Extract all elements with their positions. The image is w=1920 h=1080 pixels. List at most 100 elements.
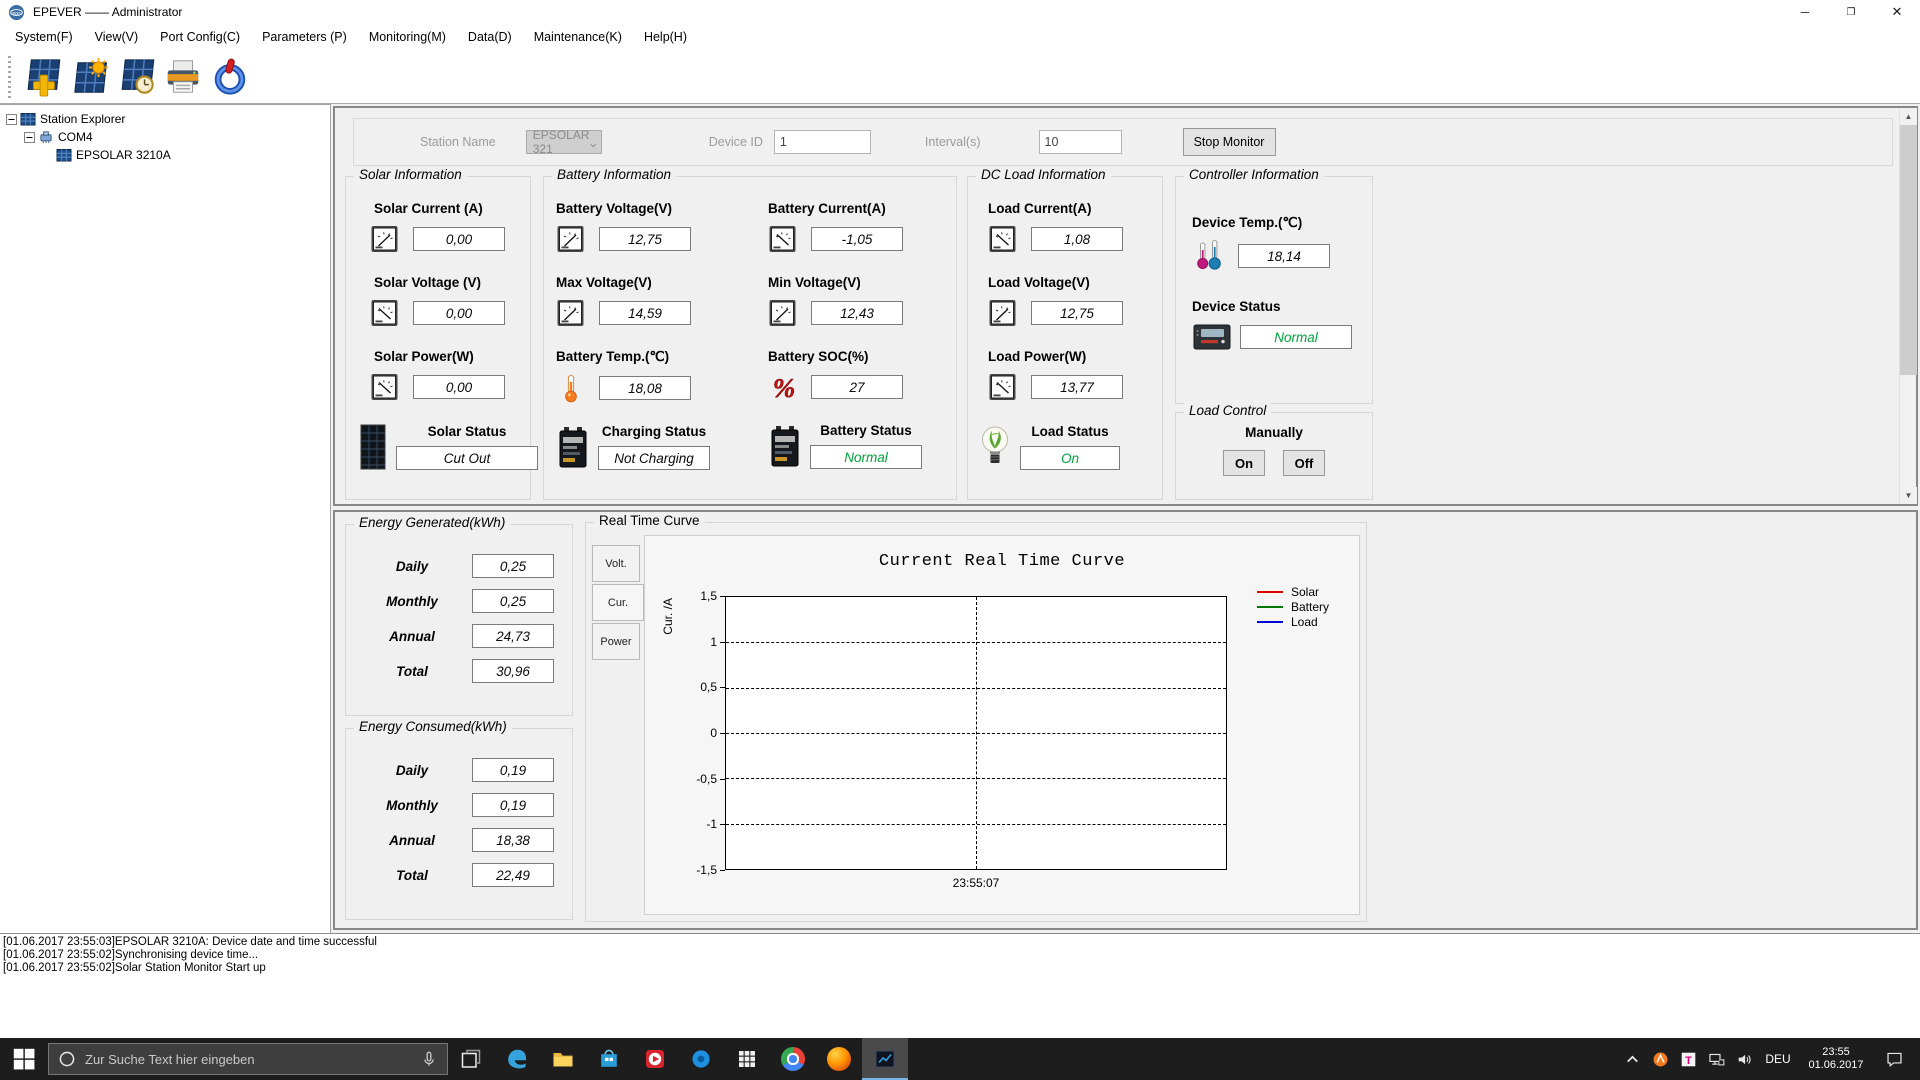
y-axis-label: Cur. /A bbox=[661, 598, 675, 635]
device-temp-label: Device Temp.(℃) bbox=[1192, 215, 1303, 230]
menu-item-maintenance[interactable]: Maintenance(K) bbox=[523, 26, 633, 48]
close-button[interactable]: ✕ bbox=[1874, 0, 1920, 24]
telekom-tray-button[interactable]: T bbox=[1674, 1038, 1702, 1080]
station-sun-icon[interactable] bbox=[68, 55, 110, 99]
station-clock-icon[interactable] bbox=[115, 55, 157, 99]
battery-icon bbox=[556, 425, 590, 469]
volume-tray-button[interactable] bbox=[1730, 1038, 1758, 1080]
legend-line-solar bbox=[1257, 590, 1283, 593]
start-button[interactable] bbox=[0, 1038, 48, 1080]
tab-cur[interactable]: Cur. bbox=[592, 584, 644, 621]
cortana-app-button[interactable] bbox=[678, 1038, 724, 1080]
app-grid-button[interactable] bbox=[724, 1038, 770, 1080]
menu-item-system[interactable]: System(F) bbox=[4, 26, 84, 48]
battery-temp-label: Battery Temp.(℃) bbox=[556, 349, 670, 364]
clock-date: 01.06.2017 bbox=[1808, 1059, 1864, 1071]
menu-item-data[interactable]: Data(D) bbox=[457, 26, 523, 48]
power-icon[interactable] bbox=[209, 55, 251, 99]
tab-volt[interactable]: Volt. bbox=[592, 545, 640, 582]
group-title: Load Control bbox=[1184, 403, 1272, 418]
file-explorer-button[interactable] bbox=[540, 1038, 586, 1080]
add-station-icon[interactable] bbox=[21, 55, 63, 99]
y-tick-label: 1,5 bbox=[700, 589, 717, 603]
avast-tray-button[interactable] bbox=[1646, 1038, 1674, 1080]
load-power-label: Load Power(W) bbox=[988, 349, 1087, 364]
station-explorer-tree: Station Explorer COM4 EPSOLAR 3210A bbox=[0, 104, 331, 933]
language-indicator[interactable]: DEU bbox=[1758, 1052, 1798, 1066]
menu-item-parameters[interactable]: Parameters (P) bbox=[251, 26, 358, 48]
taskbar-search[interactable]: Zur Suche Text hier eingeben bbox=[48, 1043, 448, 1075]
device-status-value: Normal bbox=[1240, 325, 1352, 349]
log-line: [01.06.2017 23:55:02]Solar Station Monit… bbox=[3, 962, 266, 974]
battery-current-label: Battery Current(A) bbox=[768, 201, 886, 216]
collapse-icon[interactable] bbox=[6, 113, 17, 125]
menu-item-monitoring[interactable]: Monitoring(M) bbox=[358, 26, 457, 48]
battery-icon bbox=[768, 424, 802, 468]
log-line: [01.06.2017 23:55:03]EPSOLAR 3210A: Devi… bbox=[3, 936, 377, 948]
scrollbar-thumb[interactable] bbox=[1900, 125, 1917, 375]
menu-item-help[interactable]: Help(H) bbox=[633, 26, 698, 48]
epever-app-button[interactable] bbox=[862, 1038, 908, 1080]
action-center-button[interactable] bbox=[1874, 1038, 1914, 1080]
scroll-down-arrow[interactable]: ▼ bbox=[1900, 487, 1917, 504]
energy-generated-group: Energy Generated(kWh) Daily 0,25 Monthly 0… bbox=[345, 515, 573, 716]
group-title: Controller Information bbox=[1184, 167, 1324, 182]
media-player-button[interactable] bbox=[632, 1038, 678, 1080]
menu-item-port-config[interactable]: Port Config(C) bbox=[149, 26, 251, 48]
device-status-label: Device Status bbox=[1192, 299, 1281, 314]
controller-information-group: Controller Information Device Temp.(℃) 1… bbox=[1175, 167, 1373, 404]
task-view-icon bbox=[459, 1047, 483, 1071]
station-name-select[interactable]: EPSOLAR 321 bbox=[525, 128, 602, 156]
minimize-button[interactable]: ─ bbox=[1782, 0, 1828, 24]
station-bar: Station Name EPSOLAR 321 Device ID 1 Int… bbox=[353, 118, 1893, 166]
tab-power[interactable]: Power bbox=[592, 623, 640, 660]
energy-row-value: 0,19 bbox=[472, 758, 554, 782]
maximize-button[interactable]: ❐ bbox=[1828, 0, 1874, 24]
interval-input[interactable]: 10 bbox=[1038, 130, 1122, 154]
battery-voltage-value: 12,75 bbox=[599, 227, 691, 251]
firefox-icon bbox=[827, 1047, 851, 1071]
gauge-icon bbox=[370, 372, 400, 402]
network-icon bbox=[1708, 1051, 1725, 1068]
folder-icon bbox=[551, 1047, 575, 1071]
load-off-button[interactable]: Off bbox=[1283, 450, 1325, 476]
device-id-input[interactable]: 1 bbox=[773, 130, 871, 154]
solar-current-label: Solar Current (A) bbox=[374, 201, 483, 216]
load-on-button[interactable]: On bbox=[1223, 450, 1265, 476]
store-button[interactable] bbox=[586, 1038, 632, 1080]
chrome-button[interactable] bbox=[770, 1038, 816, 1080]
battery-soc-value: 27 bbox=[811, 375, 903, 399]
firefox-button[interactable] bbox=[816, 1038, 862, 1080]
network-tray-button[interactable] bbox=[1702, 1038, 1730, 1080]
edge-button[interactable] bbox=[494, 1038, 540, 1080]
scroll-up-arrow[interactable]: ▲ bbox=[1900, 108, 1917, 125]
device-monitor-panel: Station Name EPSOLAR 321 Device ID 1 Int… bbox=[333, 106, 1918, 506]
battery-voltage-label: Battery Voltage(V) bbox=[556, 201, 673, 216]
interval-label: Interval(s) bbox=[924, 135, 981, 149]
speaker-icon bbox=[1736, 1051, 1753, 1068]
min-voltage-value: 12,43 bbox=[811, 301, 903, 325]
load-control-group: Load Control Manually On Off bbox=[1175, 403, 1373, 500]
task-view-button[interactable] bbox=[448, 1038, 494, 1080]
vertical-scrollbar[interactable]: ▲ ▼ bbox=[1899, 108, 1917, 504]
tree-item-station-explorer[interactable]: Station Explorer bbox=[0, 110, 330, 128]
svg-text:eps: eps bbox=[12, 10, 21, 16]
printer-icon[interactable] bbox=[162, 55, 204, 99]
energy-row-value: 22,49 bbox=[472, 863, 554, 887]
taskbar-clock[interactable]: 23:55 01.06.2017 bbox=[1798, 1046, 1874, 1072]
battery-status-value: Normal bbox=[810, 445, 922, 469]
tree-item-epsolar-3210a[interactable]: EPSOLAR 3210A bbox=[0, 146, 330, 164]
menu-item-view[interactable]: View(V) bbox=[84, 26, 150, 48]
collapse-icon[interactable] bbox=[24, 131, 35, 143]
tray-chevron-button[interactable] bbox=[1618, 1038, 1646, 1080]
microphone-icon[interactable] bbox=[420, 1050, 438, 1068]
chevron-up-icon bbox=[1624, 1051, 1641, 1068]
chart-area: Current Real Time Curve Cur. /A 1,5 1 0,… bbox=[644, 535, 1360, 915]
tree-item-com4[interactable]: COM4 bbox=[0, 128, 330, 146]
solar-power-label: Solar Power(W) bbox=[374, 349, 474, 364]
light-bulb-icon bbox=[978, 423, 1012, 471]
station-explorer-icon bbox=[20, 112, 36, 127]
dc-load-information-group: DC Load Information Load Current(A) 1,08… bbox=[967, 167, 1163, 500]
gauge-icon bbox=[768, 298, 798, 328]
stop-monitor-button[interactable]: Stop Monitor bbox=[1182, 128, 1276, 156]
